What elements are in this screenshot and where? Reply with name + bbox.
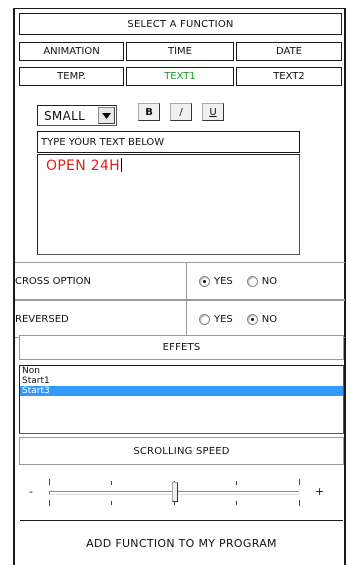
function-label: TIME bbox=[167, 46, 192, 57]
add-function-button[interactable]: ADD FUNCTION TO MY PROGRAM bbox=[20, 520, 343, 565]
italic-label: / bbox=[179, 106, 183, 118]
slider-tick bbox=[236, 501, 237, 505]
text-caret bbox=[120, 158, 122, 172]
slider-tick bbox=[236, 481, 237, 485]
reversed-option-radios: YES NO bbox=[187, 301, 345, 337]
scrolling-speed-title: SCROLLING SPEED bbox=[133, 445, 230, 457]
panel-title: SELECT A FUNCTION bbox=[19, 13, 342, 35]
function-button-date[interactable]: DATE bbox=[236, 42, 342, 61]
function-label: DATE bbox=[275, 46, 302, 57]
function-button-time[interactable]: TIME bbox=[126, 42, 234, 61]
minus-label: - bbox=[29, 485, 33, 498]
radio-empty-icon bbox=[199, 313, 210, 325]
effects-list-item[interactable]: Start1 bbox=[20, 376, 343, 386]
function-label: TEMP. bbox=[57, 71, 86, 82]
function-panel: SELECT A FUNCTION ANIMATION TIME DATE TE… bbox=[13, 8, 346, 565]
add-function-label: ADD FUNCTION TO MY PROGRAM bbox=[86, 537, 277, 550]
slider-thumb[interactable] bbox=[172, 482, 178, 502]
reversed-no-radio[interactable]: NO bbox=[246, 313, 278, 325]
text-input-group: TYPE YOUR TEXT BELOW OPEN 24H bbox=[37, 131, 300, 255]
bold-label: B bbox=[145, 106, 153, 118]
radio-empty-icon bbox=[246, 275, 258, 287]
reversed-option-label-text: REVERSED bbox=[15, 313, 69, 325]
radio-selected-icon bbox=[246, 313, 258, 325]
font-size-select[interactable]: SMALL bbox=[37, 105, 117, 126]
radio-selected-icon bbox=[199, 275, 210, 287]
underline-button[interactable]: U bbox=[202, 103, 224, 121]
scrolling-speed-header: SCROLLING SPEED bbox=[19, 437, 344, 465]
radio-label: NO bbox=[261, 313, 278, 325]
cross-option-label-text: CROSS OPTION bbox=[15, 275, 91, 287]
cross-no-radio[interactable]: NO bbox=[246, 275, 278, 287]
function-label: TEXT1 bbox=[164, 71, 196, 82]
function-label: TEXT2 bbox=[273, 71, 305, 82]
radio-label: NO bbox=[261, 275, 278, 287]
reversed-option-row: REVERSED YES NO bbox=[15, 300, 345, 338]
text-input-label: TYPE YOUR TEXT BELOW bbox=[37, 131, 300, 153]
reversed-option-label: REVERSED bbox=[15, 301, 187, 337]
underline-label: U bbox=[209, 106, 217, 118]
function-button-text1[interactable]: TEXT1 bbox=[126, 67, 234, 86]
font-size-value: SMALL bbox=[44, 108, 86, 123]
function-button-text2[interactable]: TEXT2 bbox=[236, 67, 342, 86]
radio-label: YES bbox=[214, 275, 233, 287]
chevron-down-icon[interactable] bbox=[98, 107, 115, 124]
slider-tick bbox=[49, 479, 50, 485]
effects-header: EFFETS bbox=[19, 335, 344, 360]
cross-option-row: CROSS OPTION YES NO bbox=[15, 262, 345, 300]
text-input-value: OPEN 24H bbox=[46, 158, 120, 174]
slider-tick bbox=[299, 479, 300, 485]
cross-option-radios: YES NO bbox=[187, 263, 345, 299]
slider-tick bbox=[49, 500, 50, 506]
effects-list-item[interactable]: Non bbox=[20, 366, 343, 376]
text-input[interactable]: OPEN 24H bbox=[37, 154, 300, 255]
effects-list-item-selected[interactable]: Start3 bbox=[20, 386, 343, 396]
reversed-yes-radio[interactable]: YES bbox=[199, 313, 233, 325]
text-input-label-text: TYPE YOUR TEXT BELOW bbox=[41, 136, 165, 148]
slider-tick bbox=[299, 500, 300, 506]
plus-label: + bbox=[315, 485, 325, 498]
scrolling-speed-slider[interactable]: - + bbox=[29, 479, 329, 509]
slider-tick bbox=[111, 501, 112, 505]
cross-option-label: CROSS OPTION bbox=[15, 263, 187, 299]
function-button-temp[interactable]: TEMP. bbox=[19, 67, 124, 86]
radio-label: YES bbox=[214, 313, 233, 325]
cross-yes-radio[interactable]: YES bbox=[199, 275, 233, 287]
function-label: ANIMATION bbox=[43, 46, 100, 57]
effects-listbox[interactable]: Non Start1 Start3 bbox=[19, 365, 344, 434]
italic-button[interactable]: / bbox=[170, 103, 192, 121]
function-button-animation[interactable]: ANIMATION bbox=[19, 42, 124, 61]
effects-title: EFFETS bbox=[162, 342, 201, 353]
bold-button[interactable]: B bbox=[138, 103, 160, 121]
panel-title-text: SELECT A FUNCTION bbox=[127, 18, 234, 30]
slider-tick bbox=[111, 481, 112, 485]
